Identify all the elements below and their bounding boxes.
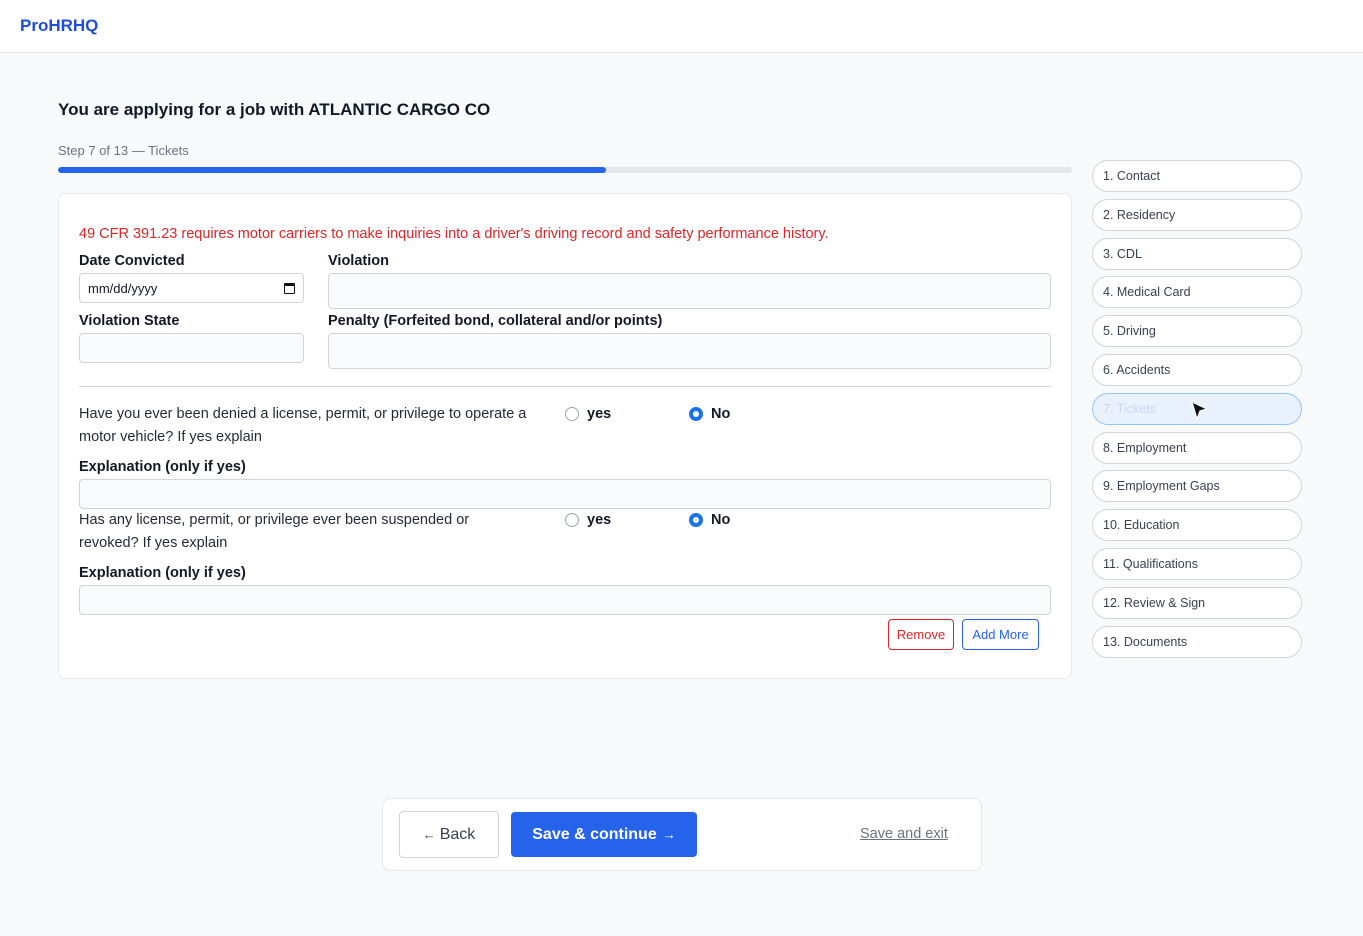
brand-logo[interactable]: ProHRHQ	[20, 16, 98, 36]
q2-no-label: No	[711, 512, 731, 528]
date-placeholder: mm/dd/yyyy	[88, 280, 158, 296]
back-button[interactable]: ← Back	[399, 811, 499, 858]
date-convicted-input[interactable]: mm/dd/yyyy	[79, 273, 304, 303]
mouse-cursor-icon	[1191, 400, 1209, 421]
footer-action-bar: ← Back Save & continue → Save and exit	[382, 798, 982, 871]
save-and-exit-link[interactable]: Save and exit	[860, 826, 948, 842]
step-item-9[interactable]: 9. Employment Gaps	[1092, 470, 1302, 503]
q2-no-radio[interactable]	[689, 513, 703, 527]
q2-explanation-label: Explanation (only if yes)	[79, 565, 246, 581]
add-more-button[interactable]: Add More	[962, 619, 1039, 650]
step-item-2[interactable]: 2. Residency	[1092, 198, 1302, 231]
q2-yes-label: yes	[587, 512, 612, 528]
page-title: You are applying for a job with ATLANTIC…	[58, 100, 491, 119]
step-item-12[interactable]: 12. Review & Sign	[1092, 586, 1302, 619]
step-item-13[interactable]: 13. Documents	[1092, 625, 1302, 658]
step-item-5[interactable]: 5. Driving	[1092, 315, 1302, 348]
q1-no-option[interactable]: No	[689, 406, 730, 422]
q2-yes-radio[interactable]	[565, 513, 579, 527]
arrow-right-icon: →	[662, 827, 676, 842]
penalty-input[interactable]	[328, 333, 1051, 369]
save-continue-button[interactable]: Save & continue →	[511, 812, 697, 857]
q1-yes-radio[interactable]	[565, 407, 579, 421]
tickets-form-card: 49 CFR 391.23 requires motor carriers to…	[58, 193, 1072, 679]
remove-button[interactable]: Remove	[888, 619, 954, 650]
question-suspended-license: Has any license, permit, or privilege ev…	[79, 512, 470, 551]
violation-label: Violation	[328, 253, 389, 269]
step-item-11[interactable]: 11. Qualifications	[1092, 548, 1302, 580]
step-item-10[interactable]: 10. Education	[1092, 509, 1302, 542]
q2-yes-option[interactable]: yes	[565, 512, 611, 528]
q1-no-radio[interactable]	[689, 407, 703, 421]
q1-yes-label: yes	[587, 406, 612, 422]
step-item-4[interactable]: 4. Medical Card	[1092, 276, 1302, 309]
date-convicted-label: Date Convicted	[79, 253, 185, 269]
q1-explanation-input[interactable]	[79, 479, 1051, 509]
violation-state-label: Violation State	[79, 313, 180, 329]
step-indicator: Step 7 of 13 — Tickets	[58, 143, 189, 158]
violation-input[interactable]	[328, 273, 1051, 309]
step-item-6[interactable]: 6. Accidents	[1092, 354, 1302, 386]
question-denied-license: Have you ever been denied a license, per…	[79, 406, 527, 445]
save-continue-label: Save & continue	[532, 825, 657, 843]
q1-no-label: No	[711, 406, 731, 422]
step-item-8[interactable]: 8. Employment	[1092, 431, 1302, 464]
violation-state-input[interactable]	[79, 333, 304, 363]
q1-explanation-label: Explanation (only if yes)	[79, 459, 246, 475]
q1-yes-option[interactable]: yes	[565, 406, 611, 422]
back-button-label: Back	[439, 825, 476, 843]
section-divider	[79, 386, 1051, 387]
progress-bar-fill	[58, 167, 606, 173]
step-item-1[interactable]: 1. Contact	[1092, 160, 1302, 192]
q2-no-option[interactable]: No	[689, 512, 730, 528]
arrow-left-icon: ←	[422, 827, 436, 842]
q2-explanation-input[interactable]	[79, 585, 1051, 615]
top-bar: ProHRHQ	[0, 0, 1363, 53]
calendar-icon[interactable]	[284, 282, 295, 294]
regulation-notice: 49 CFR 391.23 requires motor carriers to…	[79, 226, 829, 242]
step-item-3[interactable]: 3. CDL	[1092, 237, 1302, 270]
penalty-label: Penalty (Forfeited bond, collateral and/…	[328, 313, 663, 329]
progress-bar	[58, 167, 1072, 173]
